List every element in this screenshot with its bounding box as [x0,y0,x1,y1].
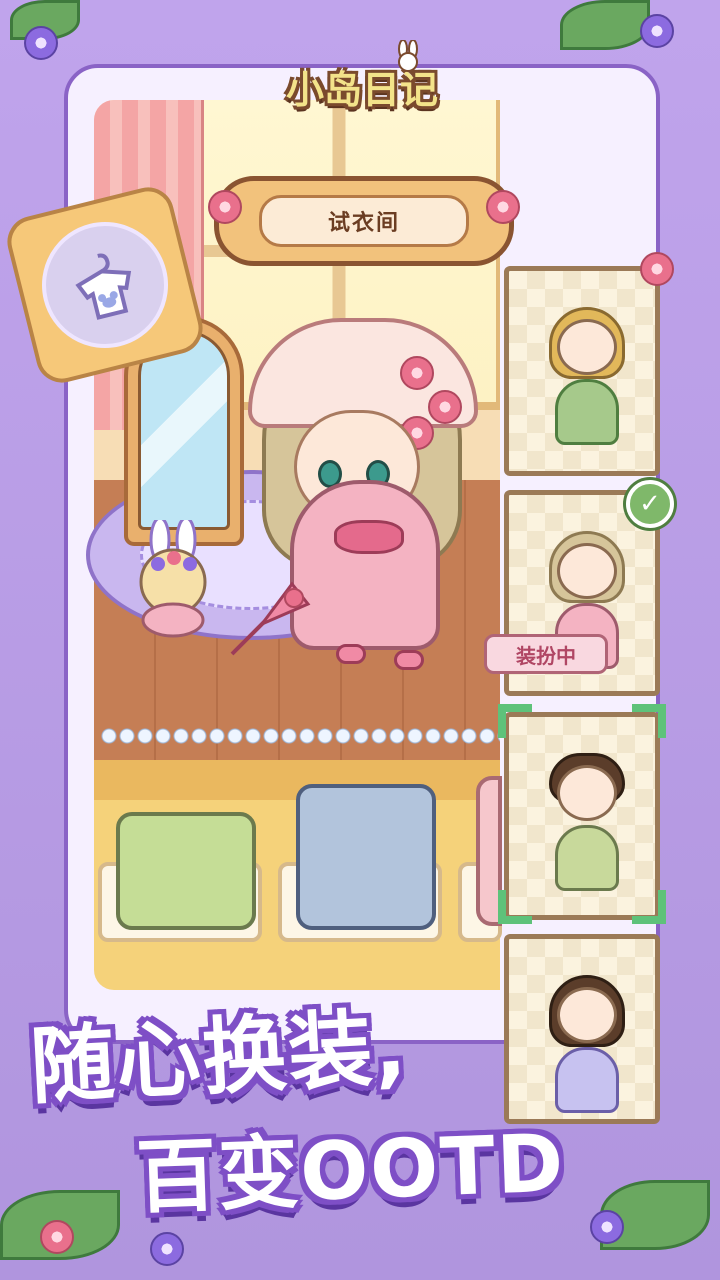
outfit-preview [547,747,627,897]
preview-outfit [555,825,619,891]
fitting-room-title: 试衣间 [259,195,469,247]
plaque-flower [486,190,520,224]
fitting-room-title-plaque: 试衣间 [214,176,514,266]
character-bow [334,520,404,554]
preview-outfit [555,379,619,445]
outfit-card-3[interactable] [504,712,660,920]
bonnet-flower [400,356,434,390]
plaque-flower [208,190,242,224]
slogan-line-1: 随心换装, [28,998,411,1116]
outfit-preview [547,301,627,451]
selection-corner [498,704,532,738]
selection-corner [498,890,532,924]
character-shoe [336,644,366,664]
bunny-plush [139,520,207,638]
preview-outfit [555,1047,619,1113]
pearl-rail [100,727,500,745]
selection-corner [632,704,666,738]
leaf-decoration [560,0,650,50]
card-flower [640,252,674,286]
flower-decoration [640,14,674,48]
preview-head [557,319,617,375]
bonnet-flower [428,390,462,424]
parasol [230,581,311,656]
hanger-shirt-icon [28,208,182,362]
preview-head [557,543,617,599]
green-clothes-stack[interactable] [116,812,256,930]
flower-decoration [40,1220,74,1254]
flower-decoration [590,1210,624,1244]
preview-head [557,765,617,821]
selection-corner [632,890,666,924]
app-logo: 小岛日记 [285,67,438,112]
character-dress [290,480,440,650]
outfit-preview [547,969,627,1119]
flower-decoration [150,1232,184,1266]
preview-head [557,987,617,1043]
flower-decoration [24,26,58,60]
check-icon: ✓ [626,480,674,528]
blue-clothes-stack[interactable] [296,784,436,930]
slogan-line-2: 百变OOTD [134,1116,567,1225]
equipped-badge: 装扮中 [484,634,608,674]
character-shoe [394,650,424,670]
bunny-logo-icon [398,40,418,72]
outfit-card-4[interactable] [504,934,660,1124]
outfit-card-1[interactable] [504,266,660,476]
